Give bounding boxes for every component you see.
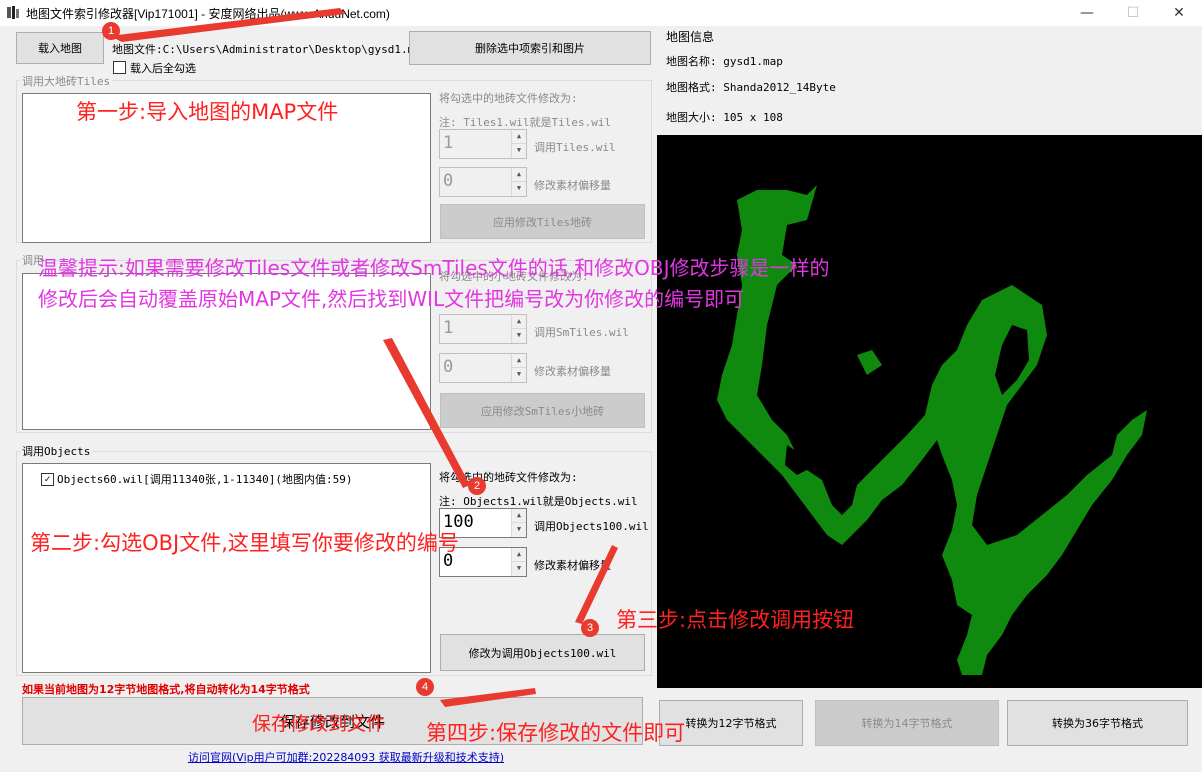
spin-down-icon: ▼	[512, 562, 526, 576]
map-name: 地图名称: gysd1.map	[666, 55, 783, 68]
smtiles-number-spinner[interactable]: 1 ▲ ▼	[439, 314, 527, 344]
spin-down-icon: ▼	[512, 329, 526, 343]
step-badge-2: 2	[468, 477, 486, 495]
spin-down-icon: ▼	[512, 144, 526, 158]
tiles-offset-label: 修改素材偏移量	[534, 179, 611, 192]
select-all-label: 载入后全勾选	[130, 62, 196, 75]
objects-offset-label: 修改素材偏移量	[534, 559, 611, 572]
objects-modify-label: 将勾选中的地砖文件修改为:	[439, 471, 578, 484]
load-map-button[interactable]: 载入地图	[16, 32, 104, 64]
step2-annotation: 第二步:勾选OBJ文件,这里填写你要修改的编号	[30, 531, 459, 555]
window-title: 地图文件索引修改器[Vip171001] - 安度网络出品(www.AnduNe…	[26, 7, 390, 21]
step1-annotation: 第一步:导入地图的MAP文件	[76, 100, 339, 124]
spin-down-icon: ▼	[512, 182, 526, 196]
list-item[interactable]: ✓ Objects60.wil[调用11340张,1-11340](地图内值:5…	[41, 471, 353, 487]
tiles-group-label: 调用大地砖Tiles	[20, 73, 113, 89]
spin-up-icon: ▲	[512, 168, 526, 182]
map-format: 地图格式: Shanda2012_14Byte	[666, 81, 836, 94]
app-icon	[7, 6, 19, 19]
step-badge-3: 3	[581, 619, 599, 637]
spin-up-icon: ▲	[512, 548, 526, 562]
maximize-button[interactable]: ☐	[1110, 0, 1156, 26]
tiles-offset-spinner[interactable]: 0 ▲ ▼	[439, 167, 527, 197]
website-link[interactable]: 访问官网(Vip用户可加群:202284093 获取最新升级和技术支持)	[188, 749, 504, 765]
delete-selected-button[interactable]: 删除选中项索引和图片	[409, 31, 651, 65]
tip-line2: 修改后会自动覆盖原始MAP文件,然后找到WIL文件把编号改为你修改的编号即可	[38, 287, 745, 311]
objects-call-label: 调用Objects100.wil	[534, 520, 649, 533]
map-file-path: 地图文件:C:\Users\Administrator\Desktop\gysd…	[112, 43, 428, 56]
tiles-call-label: 调用Tiles.wil	[534, 141, 616, 154]
minimize-button[interactable]: —	[1064, 0, 1110, 26]
objects-item-label: Objects60.wil[调用11340张,1-11340](地图内值:59)	[57, 473, 353, 486]
step-badge-4: 4	[416, 678, 434, 696]
apply-objects-button[interactable]: 修改为调用Objects100.wil	[440, 634, 645, 671]
apply-tiles-button[interactable]: 应用修改Tiles地砖	[440, 204, 645, 239]
select-all-checkbox[interactable]	[113, 61, 126, 74]
smtiles-call-label: 调用SmTiles.wil	[534, 326, 629, 339]
tiles-number-spinner[interactable]: 1 ▲ ▼	[439, 129, 527, 159]
spin-up-icon: ▲	[512, 130, 526, 144]
spin-up-icon: ▲	[512, 509, 526, 523]
step4-annotation: 第四步:保存修改的文件即可	[426, 721, 686, 745]
tiles-note: 注: Tiles1.wil就是Tiles.wil	[439, 116, 612, 129]
apply-smtiles-button[interactable]: 应用修改SmTiles小地砖	[440, 393, 645, 428]
spin-up-icon: ▲	[512, 354, 526, 368]
title-bar: 地图文件索引修改器[Vip171001] - 安度网络出品(www.AnduNe…	[0, 0, 1202, 26]
objects-list[interactable]: ✓ Objects60.wil[调用11340张,1-11340](地图内值:5…	[22, 463, 431, 673]
objects-group-label: 调用Objects	[20, 443, 93, 459]
map-info-label: 地图信息	[666, 30, 715, 44]
objects-item-checkbox[interactable]: ✓	[41, 472, 54, 486]
smtiles-offset-label: 修改素材偏移量	[534, 365, 611, 378]
convert-14-button[interactable]: 转换为14字节格式	[815, 700, 999, 746]
spin-down-icon: ▼	[512, 523, 526, 537]
objects-note: 注: Objects1.wil就是Objects.wil	[439, 495, 638, 508]
smtiles-offset-spinner[interactable]: 0 ▲ ▼	[439, 353, 527, 383]
format-warning: 如果当前地图为12字节地图格式,将自动转化为14字节格式	[22, 683, 310, 696]
tiles-modify-label: 将勾选中的地砖文件修改为:	[439, 92, 578, 105]
step-badge-1: 1	[102, 22, 120, 40]
map-size: 地图大小: 105 x 108	[666, 111, 783, 124]
spin-up-icon: ▲	[512, 315, 526, 329]
spin-down-icon: ▼	[512, 368, 526, 382]
tip-line1: 温馨提示:如果需要修改Tiles文件或者修改SmTiles文件的话,和修改OBJ…	[38, 256, 830, 280]
step3-annotation: 第三步:点击修改调用按钮	[616, 608, 855, 632]
save-button-annotation-text: 保存修改到文件	[252, 713, 386, 735]
convert-36-button[interactable]: 转换为36字节格式	[1007, 700, 1188, 746]
close-button[interactable]: ✕	[1156, 0, 1202, 26]
